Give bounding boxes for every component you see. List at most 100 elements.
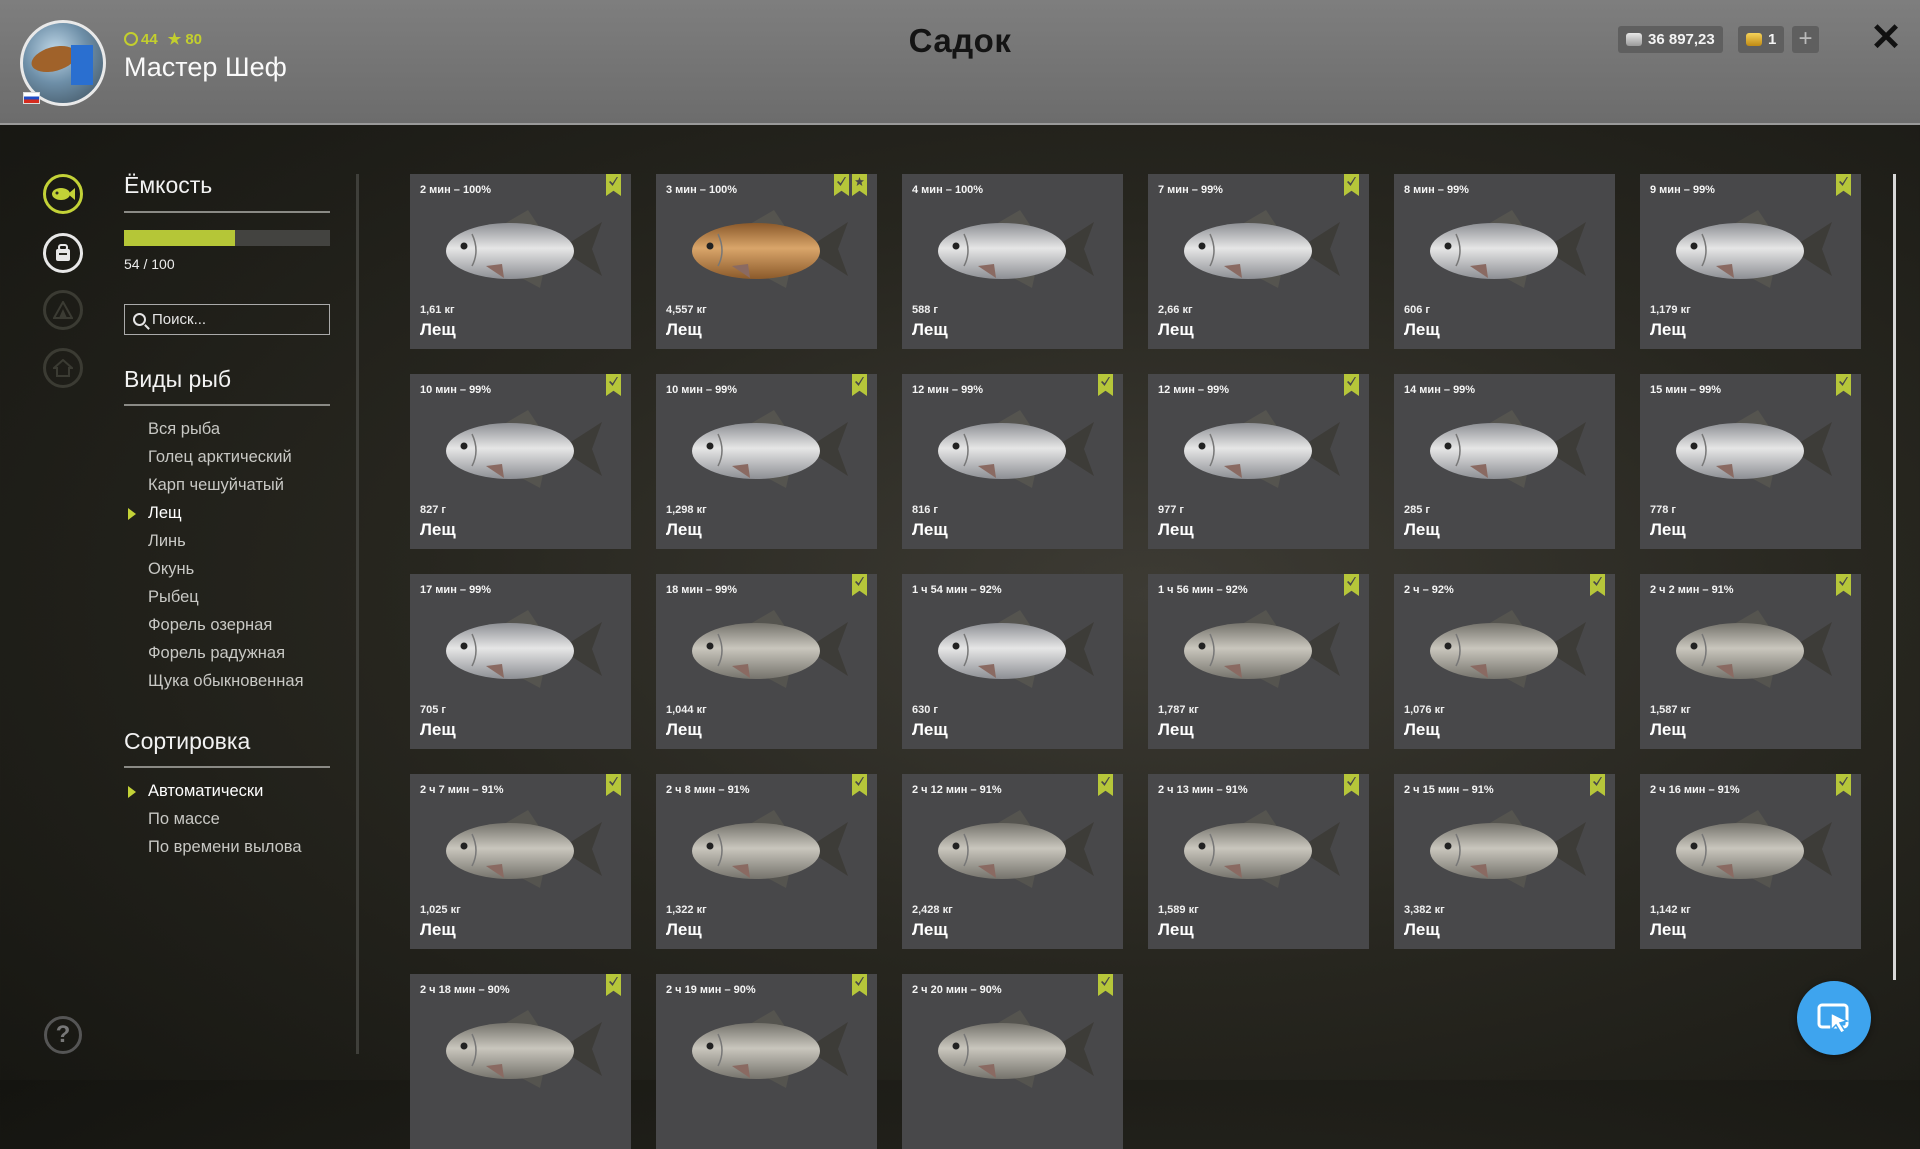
fish-name: Лещ: [912, 720, 948, 739]
sorting-heading: Сортировка: [124, 728, 251, 754]
sort-item[interactable]: По времени вылова: [148, 838, 302, 857]
catch-time: 12 мин – 99%: [1158, 384, 1230, 396]
fish-weight: 1,787 кг: [1158, 704, 1199, 716]
catch-time: 2 ч 8 мин – 91%: [666, 784, 750, 796]
fish-card[interactable]: 2 ч 18 мин – 90%: [410, 974, 631, 1149]
species-item[interactable]: Окунь: [148, 560, 194, 579]
species-item[interactable]: Форель радужная: [148, 644, 285, 663]
add-gold-button[interactable]: +: [1792, 26, 1819, 53]
fish-card[interactable]: 2 ч 16 мин – 91% 1,142 кг Лещ: [1640, 774, 1861, 949]
fish-card[interactable]: 9 мин – 99% 1,179 кг Лещ: [1640, 174, 1861, 349]
fish-card[interactable]: 10 мин – 99% 827 г Лещ: [410, 374, 631, 549]
fish-card[interactable]: 2 ч 2 мин – 91% 1,587 кг Лещ: [1640, 574, 1861, 749]
marked-check-badge-icon: [1344, 774, 1359, 796]
catch-time: 7 мин – 99%: [1158, 184, 1223, 196]
fish-card[interactable]: 10 мин – 99% 1,298 кг Лещ: [656, 374, 877, 549]
species-item[interactable]: Щука обыкновенная: [148, 672, 304, 691]
species-item[interactable]: Лещ: [128, 504, 182, 523]
marked-check-badge-icon: [606, 974, 621, 996]
sort-item[interactable]: По массе: [148, 810, 220, 829]
fish-card[interactable]: 2 ч 8 мин – 91% 1,322 кг Лещ: [656, 774, 877, 949]
fish-card[interactable]: 2 ч 19 мин – 90%: [656, 974, 877, 1149]
fish-card[interactable]: 17 мин – 99% 705 г Лещ: [410, 574, 631, 749]
fish-weight: 705 г: [420, 704, 446, 716]
catch-time: 2 ч 15 мин – 91%: [1404, 784, 1494, 796]
species-item[interactable]: Голец арктический: [148, 448, 292, 467]
home-tab[interactable]: [43, 348, 83, 388]
species-item[interactable]: Линь: [148, 532, 186, 551]
species-item[interactable]: Карп чешуйчатый: [148, 476, 284, 495]
marked-check-badge-icon: [606, 174, 621, 196]
fish-name: Лещ: [1650, 720, 1686, 739]
fish-card[interactable]: 2 мин – 100% 1,61 кг Лещ: [410, 174, 631, 349]
marked-check-badge-icon: [606, 374, 621, 396]
camp-tab[interactable]: [43, 290, 83, 330]
fish-name: Лещ: [912, 520, 948, 539]
catch-time: 9 мин – 99%: [1650, 184, 1715, 196]
help-button[interactable]: ?: [44, 1016, 82, 1054]
fish-card[interactable]: 15 мин – 99% 778 г Лещ: [1640, 374, 1861, 549]
cursor-mode-button[interactable]: [1797, 981, 1871, 1055]
fish-card[interactable]: 4 мин – 100% 588 г Лещ: [902, 174, 1123, 349]
fish-card[interactable]: 18 мин – 99% 1,044 кг Лещ: [656, 574, 877, 749]
marked-check-badge-icon: [1590, 574, 1605, 596]
marked-check-badge-icon: [606, 774, 621, 796]
silver-balance[interactable]: 36 897,23: [1618, 26, 1723, 53]
fish-name: Лещ: [1404, 320, 1440, 339]
bag-tab[interactable]: [43, 233, 83, 273]
fish-card[interactable]: 2 ч 13 мин – 91% 1,589 кг Лещ: [1148, 774, 1369, 949]
bream-fish-icon: [1430, 210, 1586, 288]
fish-card[interactable]: 2 ч 20 мин – 90%: [902, 974, 1123, 1149]
fish-card[interactable]: 12 мин – 99% 977 г Лещ: [1148, 374, 1369, 549]
fish-name: Лещ: [1404, 920, 1440, 939]
divider: [124, 211, 330, 213]
fish-name: Лещ: [666, 520, 702, 539]
fish-card[interactable]: 1 ч 56 мин – 92% 1,787 кг Лещ: [1148, 574, 1369, 749]
sort-item[interactable]: Автоматически: [128, 782, 263, 801]
fish-card[interactable]: 2 ч 15 мин – 91% 3,382 кг Лещ: [1394, 774, 1615, 949]
fish-weight: 588 г: [912, 304, 938, 316]
scrollbar[interactable]: [1893, 174, 1896, 980]
fish-card[interactable]: 8 мин – 99% 606 г Лещ: [1394, 174, 1615, 349]
catch-time: 17 мин – 99%: [420, 584, 492, 596]
marked-check-badge-icon: [1590, 774, 1605, 796]
fish-card[interactable]: 3 мин – 100% 4,557 кг Лещ: [656, 174, 877, 349]
bream-fish-icon: [1676, 610, 1832, 688]
catch-time: 2 ч 12 мин – 91%: [912, 784, 1002, 796]
fish-card[interactable]: 2 ч 7 мин – 91% 1,025 кг Лещ: [410, 774, 631, 949]
gold-balance[interactable]: 1: [1738, 26, 1785, 53]
species-item[interactable]: Форель озерная: [148, 616, 272, 635]
keepnet-tab[interactable]: [43, 174, 83, 214]
fish-name: Лещ: [420, 320, 456, 339]
fish-card[interactable]: 7 мин – 99% 2,66 кг Лещ: [1148, 174, 1369, 349]
bream-fish-icon: [692, 610, 848, 688]
fish-name: Лещ: [1158, 320, 1194, 339]
species-item[interactable]: Рыбец: [148, 588, 199, 607]
fish-card[interactable]: 14 мин – 99% 285 г Лещ: [1394, 374, 1615, 549]
catch-time: 2 ч 19 мин – 90%: [666, 984, 756, 996]
fish-card[interactable]: 12 мин – 99% 816 г Лещ: [902, 374, 1123, 549]
silver-coin-icon: [1626, 33, 1642, 46]
gold-coin-icon: [1746, 33, 1762, 46]
fish-card[interactable]: 2 ч 12 мин – 91% 2,428 кг Лещ: [902, 774, 1123, 949]
close-icon: ✕: [1870, 17, 1902, 59]
marked-check-badge-icon: [1836, 174, 1851, 196]
marked-check-badge-icon: [1836, 374, 1851, 396]
species-item[interactable]: Вся рыба: [148, 420, 220, 439]
fish-card[interactable]: 1 ч 54 мин – 92% 630 г Лещ: [902, 574, 1123, 749]
fish-name: Лещ: [1158, 920, 1194, 939]
fish-weight: 1,076 кг: [1404, 704, 1445, 716]
species-item-label: Голец арктический: [148, 448, 292, 466]
fish-card[interactable]: 2 ч – 92% 1,076 кг Лещ: [1394, 574, 1615, 749]
plus-icon: +: [1798, 25, 1813, 52]
fish-name: Лещ: [912, 920, 948, 939]
marked-check-badge-icon: [1344, 174, 1359, 196]
search-input[interactable]: Поиск...: [124, 304, 330, 335]
sort-item-label: По времени вылова: [148, 838, 302, 856]
fish-weight: 1,298 кг: [666, 504, 707, 516]
fish-weight: 778 г: [1650, 504, 1676, 516]
close-button[interactable]: ✕: [1866, 18, 1906, 58]
bream-fish-icon: [938, 210, 1094, 288]
catch-time: 15 мин – 99%: [1650, 384, 1722, 396]
fish-icon: [52, 188, 75, 200]
